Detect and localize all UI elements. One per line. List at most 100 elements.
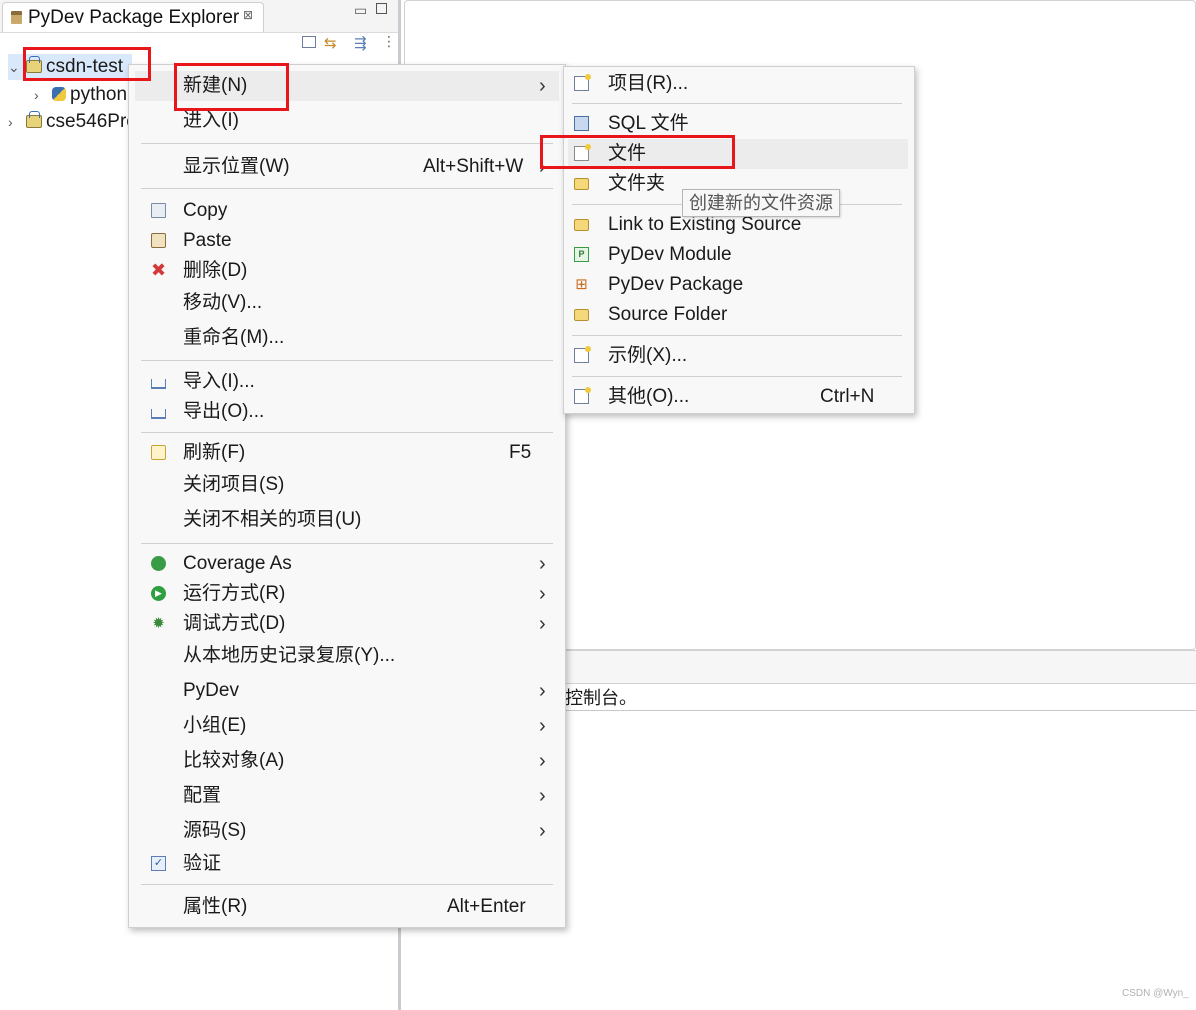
coverage-icon bbox=[151, 556, 166, 571]
menu-separator bbox=[141, 143, 553, 144]
menu-separator bbox=[572, 376, 902, 377]
menu-item-label: Copy bbox=[183, 200, 228, 221]
menu-item-label: 小组(E) bbox=[183, 715, 247, 736]
context-menu: 新建(N) › 进入(I) 显示位置(W) Alt+Shift+W › Copy… bbox=[128, 64, 566, 928]
menu-item-refresh[interactable]: 刷新(F) F5 bbox=[135, 438, 559, 468]
filters-icon[interactable]: ⇶ bbox=[354, 34, 367, 52]
menu-item-label: 删除(D) bbox=[183, 260, 248, 281]
menu-item-label: 运行方式(R) bbox=[183, 583, 286, 604]
package-explorer-tab[interactable]: PyDev Package Explorer ⊠ bbox=[2, 2, 264, 32]
tree-item-label: python bbox=[70, 84, 128, 105]
tree-item-python[interactable]: › python bbox=[34, 82, 128, 108]
menu-item-configure[interactable]: 配置 › bbox=[135, 781, 559, 811]
chevron-right-icon: › bbox=[539, 75, 546, 97]
menu-item-label: Paste bbox=[183, 230, 232, 251]
chevron-right-icon: › bbox=[539, 715, 546, 737]
menu-separator bbox=[572, 103, 902, 104]
python-icon bbox=[52, 87, 66, 101]
sql-file-icon bbox=[574, 116, 589, 131]
menu-item-label: 其他(O)... bbox=[608, 386, 690, 407]
checkbox-icon: ✓ bbox=[151, 856, 166, 871]
menu-item-label: PyDev Package bbox=[608, 274, 744, 295]
export-icon bbox=[151, 409, 166, 419]
menu-separator bbox=[141, 360, 553, 361]
submenu-item-other[interactable]: 其他(O)... Ctrl+N bbox=[568, 382, 908, 412]
submenu-item-example[interactable]: 示例(X)... bbox=[568, 341, 908, 371]
chevron-right-icon: › bbox=[539, 820, 546, 842]
new-submenu: 项目(R)... SQL 文件 文件 文件夹 Link to Existing … bbox=[563, 66, 915, 414]
menu-item-label: 关闭不相关的项目(U) bbox=[183, 509, 362, 530]
console-message: 控制台。 bbox=[565, 688, 637, 708]
menu-item-label: 移动(V)... bbox=[183, 292, 263, 313]
menu-item-move[interactable]: 移动(V)... bbox=[135, 288, 559, 318]
other-wizard-icon bbox=[574, 387, 591, 404]
example-icon bbox=[574, 346, 591, 363]
pydev-module-icon: P bbox=[574, 247, 589, 262]
menu-item-properties[interactable]: 属性(R) Alt+Enter bbox=[135, 892, 559, 922]
run-icon: ▶ bbox=[151, 586, 166, 601]
menu-item-team[interactable]: 小组(E) › bbox=[135, 711, 559, 741]
package-explorer-tabbar: PyDev Package Explorer ⊠ ▭ bbox=[0, 0, 398, 33]
menu-item-paste[interactable]: Paste bbox=[135, 226, 559, 256]
chevron-right-icon[interactable]: › bbox=[34, 82, 46, 108]
menu-item-copy[interactable]: Copy bbox=[135, 196, 559, 226]
chevron-right-icon: › bbox=[539, 750, 546, 772]
collapse-all-icon[interactable] bbox=[302, 36, 316, 48]
menu-item-label: Source Folder bbox=[608, 304, 728, 325]
tree-item-cse546project[interactable]: › cse546Project bbox=[8, 109, 128, 135]
project-icon bbox=[26, 111, 42, 128]
menu-item-show-in[interactable]: 显示位置(W) Alt+Shift+W › bbox=[135, 152, 559, 182]
tooltip: 创建新的文件资源 bbox=[682, 189, 840, 217]
menu-item-debug-as[interactable]: ✹ 调试方式(D) › bbox=[135, 609, 559, 639]
pydev-package-icon: ⊞ bbox=[575, 276, 588, 293]
menu-item-coverage-as[interactable]: Coverage As › bbox=[135, 549, 559, 579]
menu-item-close-unrelated[interactable]: 关闭不相关的项目(U) bbox=[135, 505, 559, 535]
menu-item-validate[interactable]: ✓ 验证 bbox=[135, 849, 559, 879]
view-menu-icon[interactable]: ⋮ bbox=[382, 33, 396, 51]
chevron-right-icon: › bbox=[539, 680, 546, 702]
highlight-box-file bbox=[540, 135, 735, 169]
menu-item-label: 重命名(M)... bbox=[183, 327, 285, 348]
menu-item-label: 关闭项目(S) bbox=[183, 474, 285, 495]
menu-item-run-as[interactable]: ▶ 运行方式(R) › bbox=[135, 579, 559, 609]
copy-icon bbox=[151, 203, 166, 218]
chevron-down-icon[interactable]: ⌄ bbox=[8, 54, 20, 80]
menu-separator bbox=[141, 884, 553, 885]
menu-item-label: 调试方式(D) bbox=[183, 613, 286, 634]
submenu-item-source-folder[interactable]: Source Folder bbox=[568, 300, 908, 330]
menu-item-shortcut: F5 bbox=[509, 442, 532, 463]
menu-separator bbox=[141, 432, 553, 433]
chevron-right-icon[interactable]: › bbox=[8, 109, 20, 135]
menu-item-label: 配置 bbox=[183, 785, 222, 806]
menu-separator bbox=[141, 543, 553, 544]
menu-item-label: 比较对象(A) bbox=[183, 750, 285, 771]
watermark: CSDN @Wyn_ bbox=[1122, 988, 1189, 999]
menu-item-label: 示例(X)... bbox=[608, 345, 688, 366]
menu-item-import[interactable]: 导入(I)... bbox=[135, 367, 559, 397]
menu-item-rename[interactable]: 重命名(M)... bbox=[135, 323, 559, 353]
menu-item-label: 源码(S) bbox=[183, 820, 247, 841]
maximize-icon[interactable] bbox=[376, 3, 387, 14]
minimize-icon[interactable]: ▭ bbox=[354, 2, 367, 19]
link-with-editor-icon[interactable]: ⇆ bbox=[324, 34, 337, 52]
menu-separator bbox=[141, 188, 553, 189]
menu-item-close-project[interactable]: 关闭项目(S) bbox=[135, 470, 559, 500]
menu-item-restore-local-history[interactable]: 从本地历史记录复原(Y)... bbox=[135, 641, 559, 671]
menu-item-pydev[interactable]: PyDev › bbox=[135, 676, 559, 706]
menu-item-source[interactable]: 源码(S) › bbox=[135, 816, 559, 846]
menu-item-label: Coverage As bbox=[183, 553, 292, 574]
submenu-item-pydev-module[interactable]: P PyDev Module bbox=[568, 240, 908, 270]
delete-icon: ✖ bbox=[151, 260, 167, 280]
paste-icon bbox=[151, 233, 166, 248]
close-icon[interactable]: ⊠ bbox=[243, 8, 253, 22]
submenu-item-pydev-package[interactable]: ⊞ PyDev Package bbox=[568, 270, 908, 300]
menu-item-export[interactable]: 导出(O)... bbox=[135, 397, 559, 427]
debug-icon: ✹ bbox=[152, 615, 165, 632]
menu-item-label: 导入(I)... bbox=[183, 371, 255, 392]
menu-item-label: 项目(R)... bbox=[608, 73, 689, 94]
new-folder-icon bbox=[574, 178, 589, 190]
menu-item-shortcut: Ctrl+N bbox=[820, 386, 875, 407]
menu-item-compare-with[interactable]: 比较对象(A) › bbox=[135, 746, 559, 776]
submenu-item-project[interactable]: 项目(R)... bbox=[568, 69, 908, 99]
menu-item-delete[interactable]: ✖ 删除(D) bbox=[135, 256, 559, 286]
